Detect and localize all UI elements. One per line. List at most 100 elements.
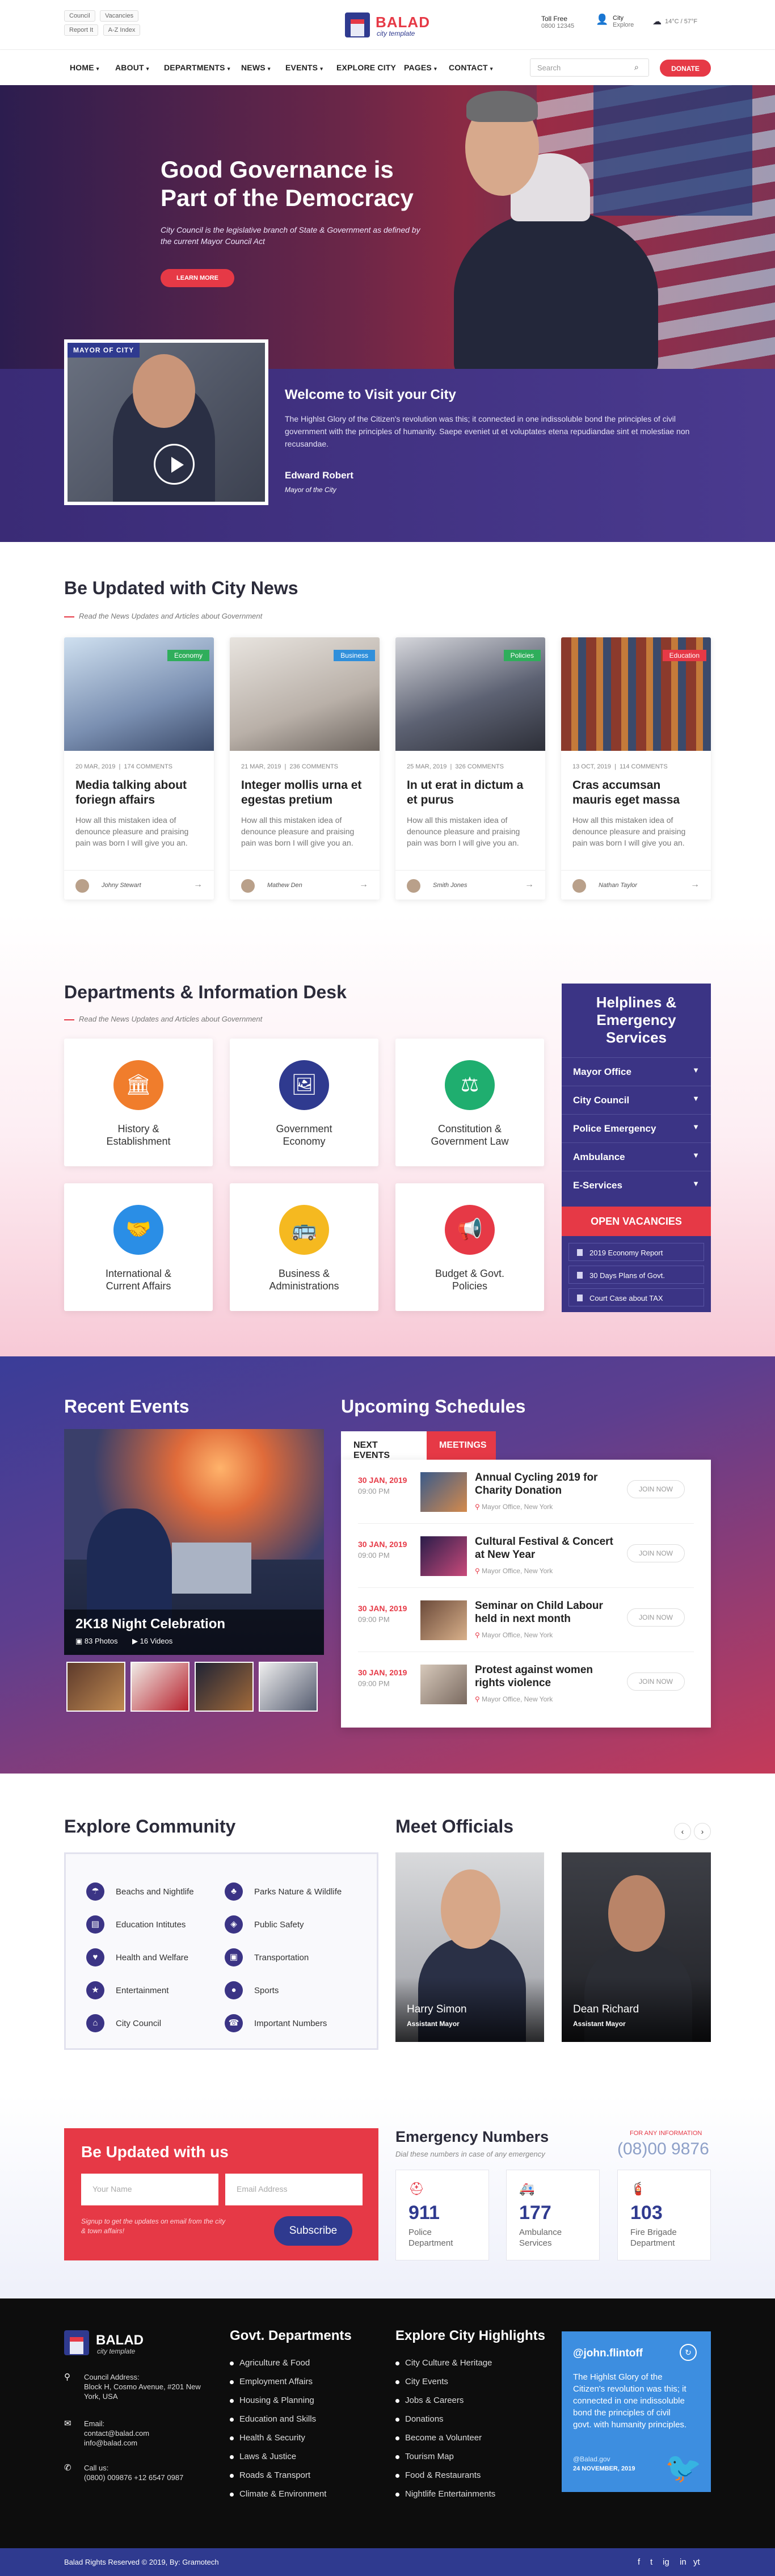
- search-icon[interactable]: ⌕: [634, 62, 639, 72]
- arrow-right-icon[interactable]: →: [690, 880, 700, 890]
- nav-explore-city[interactable]: EXPLORE CITY: [336, 63, 396, 72]
- news-author[interactable]: Johny Stewart: [102, 882, 141, 889]
- department-card[interactable]: 🏛 History & Establishment: [64, 1039, 213, 1166]
- vacancy-item[interactable]: Court Case about TAX: [568, 1288, 704, 1306]
- footer-link[interactable]: Agriculture & Food: [230, 2358, 310, 2368]
- name-field[interactable]: Your Name: [81, 2174, 218, 2205]
- footer-link[interactable]: Food & Restaurants: [395, 2470, 481, 2480]
- arrow-right-icon[interactable]: →: [525, 880, 534, 890]
- city-explore[interactable]: City Explore: [613, 15, 634, 28]
- donate-button[interactable]: DONATE: [660, 60, 711, 77]
- chevron-right-icon[interactable]: ›: [694, 1823, 711, 1840]
- emergency-card-police[interactable]: ⛑ 911 Police Department: [395, 2170, 489, 2260]
- news-card[interactable]: Business 21 MAR, 2019 | 236 COMMENTS Int…: [230, 637, 380, 900]
- recent-event-card[interactable]: 2K18 Night Celebration ▣ 83 Photos ▶ 16 …: [64, 1429, 324, 1655]
- news-tag[interactable]: Business: [334, 650, 375, 661]
- department-card[interactable]: ⚖ Constitution & Government Law: [395, 1039, 544, 1166]
- news-tag[interactable]: Education: [662, 650, 706, 661]
- footer-link[interactable]: Roads & Transport: [230, 2470, 310, 2480]
- news-headline[interactable]: Media talking about foriegn affairs: [75, 778, 205, 808]
- footer-link[interactable]: Jobs & Careers: [395, 2396, 464, 2405]
- learn-more-button[interactable]: LEARN MORE: [161, 269, 234, 287]
- email-field[interactable]: Email Address: [225, 2174, 363, 2205]
- helpline-e-services[interactable]: E-Services ▼: [562, 1171, 711, 1198]
- helpline-police[interactable]: Police Emergency ▼: [562, 1114, 711, 1141]
- logo[interactable]: BALAD city template: [345, 11, 436, 39]
- nav-events[interactable]: EVENTS ▾: [285, 63, 323, 72]
- tab-meetings[interactable]: MEETINGS: [427, 1431, 496, 1460]
- footer-link[interactable]: Employment Affairs: [230, 2377, 313, 2386]
- quick-link-council[interactable]: Council: [64, 10, 95, 22]
- footer-link[interactable]: City Events: [395, 2377, 448, 2386]
- news-headline[interactable]: Integer mollis urna et egestas pretium: [241, 778, 370, 808]
- news-card[interactable]: Education 13 OCT, 2019 | 114 COMMENTS Cr…: [561, 637, 711, 900]
- footer-link[interactable]: Health & Security: [230, 2433, 305, 2443]
- schedule-row[interactable]: 30 JAN, 2019 09:00 PM Annual Cycling 201…: [358, 1460, 694, 1524]
- arrow-right-icon[interactable]: →: [193, 880, 203, 890]
- official-card[interactable]: Dean Richard Assistant Mayor: [562, 1852, 711, 2042]
- tweet-author[interactable]: @Balad.gov: [573, 2455, 610, 2463]
- schedule-row[interactable]: 30 JAN, 2019 09:00 PM Cultural Festival …: [358, 1524, 694, 1588]
- footer-link[interactable]: Donations: [395, 2414, 444, 2424]
- twitter-icon[interactable]: t: [650, 2557, 652, 2567]
- join-now-button[interactable]: JOIN NOW: [627, 1608, 685, 1627]
- nav-about[interactable]: ABOUT ▾: [115, 63, 149, 72]
- play-icon[interactable]: [154, 444, 195, 485]
- footer-link[interactable]: Become a Volunteer: [395, 2433, 482, 2443]
- join-now-button[interactable]: JOIN NOW: [627, 1672, 685, 1691]
- event-thumbnail[interactable]: [259, 1662, 318, 1712]
- department-card[interactable]: 🚌 Business & Administrations: [230, 1183, 378, 1311]
- subscribe-button[interactable]: Subscribe: [274, 2216, 352, 2246]
- footer-link[interactable]: Tourism Map: [395, 2452, 454, 2461]
- news-tag[interactable]: Policies: [503, 650, 541, 661]
- event-thumbnail[interactable]: [66, 1662, 125, 1712]
- schedule-title[interactable]: Annual Cycling 2019 for Charity Donation: [475, 1471, 617, 1497]
- vacancy-item[interactable]: 30 Days Plans of Govt.: [568, 1266, 704, 1284]
- schedule-title[interactable]: Protest against women rights violence: [475, 1663, 617, 1690]
- footer-link[interactable]: Climate & Environment: [230, 2489, 326, 2499]
- nav-contact[interactable]: CONTACT ▾: [449, 63, 493, 72]
- chevron-left-icon[interactable]: ‹: [674, 1823, 691, 1840]
- nav-home[interactable]: HOME ▾: [70, 63, 99, 72]
- footer-logo[interactable]: BALAD city template: [64, 2330, 172, 2359]
- nav-departments[interactable]: DEPARTMENTS ▾: [164, 63, 230, 72]
- join-now-button[interactable]: JOIN NOW: [627, 1480, 685, 1498]
- emergency-card-ambulance[interactable]: 🚑 177 Ambulance Services: [506, 2170, 600, 2260]
- event-thumbnail[interactable]: [195, 1662, 254, 1712]
- quick-link-vacancies[interactable]: Vacancies: [100, 10, 139, 22]
- department-card[interactable]: 🤝 International & Current Affairs: [64, 1183, 213, 1311]
- schedule-row[interactable]: 30 JAN, 2019 09:00 PM Protest against wo…: [358, 1652, 694, 1716]
- schedule-title[interactable]: Seminar on Child Labour held in next mon…: [475, 1599, 617, 1625]
- join-now-button[interactable]: JOIN NOW: [627, 1544, 685, 1562]
- instagram-icon[interactable]: ig: [663, 2557, 669, 2567]
- quick-link-az-index[interactable]: A-Z Index: [103, 24, 141, 36]
- refresh-icon[interactable]: ↻: [680, 2344, 697, 2361]
- mayor-video[interactable]: MAYOR OF CITY: [64, 339, 268, 505]
- youtube-icon[interactable]: yt: [693, 2557, 700, 2567]
- news-author[interactable]: Mathew Den: [267, 882, 302, 889]
- schedule-row[interactable]: 30 JAN, 2019 09:00 PM Seminar on Child L…: [358, 1588, 694, 1652]
- news-headline[interactable]: In ut erat in dictum a et purus: [407, 778, 536, 808]
- email-link[interactable]: info@balad.com: [64, 2438, 212, 2448]
- news-card[interactable]: Policies 25 MAR, 2019 | 326 COMMENTS In …: [395, 637, 545, 900]
- news-author[interactable]: Smith Jones: [433, 882, 467, 889]
- search-input[interactable]: Search: [530, 58, 649, 77]
- open-vacancies-button[interactable]: OPEN VACANCIES: [562, 1207, 711, 1236]
- tweet-handle[interactable]: @john.flintoff: [573, 2347, 643, 2360]
- department-card[interactable]: 📢 Budget & Govt. Policies: [395, 1183, 544, 1311]
- vacancy-item[interactable]: 2019 Economy Report: [568, 1243, 704, 1261]
- helpline-city-council[interactable]: City Council ▼: [562, 1086, 711, 1113]
- helpline-mayor-office[interactable]: Mayor Office ▼: [562, 1057, 711, 1085]
- footer-link[interactable]: Nightlife Entertainments: [395, 2489, 495, 2499]
- news-author[interactable]: Nathan Taylor: [599, 882, 637, 889]
- footer-link[interactable]: City Culture & Heritage: [395, 2358, 492, 2368]
- arrow-right-icon[interactable]: →: [359, 880, 368, 890]
- nav-pages[interactable]: PAGES ▾: [404, 63, 437, 72]
- footer-link[interactable]: Education and Skills: [230, 2414, 316, 2424]
- quick-link-report[interactable]: Report It: [64, 24, 99, 36]
- nav-news[interactable]: NEWS ▾: [241, 63, 271, 72]
- news-tag[interactable]: Economy: [167, 650, 209, 661]
- linkedin-icon[interactable]: in: [680, 2557, 686, 2567]
- schedule-title[interactable]: Cultural Festival & Concert at New Year: [475, 1535, 617, 1561]
- footer-link[interactable]: Laws & Justice: [230, 2452, 296, 2461]
